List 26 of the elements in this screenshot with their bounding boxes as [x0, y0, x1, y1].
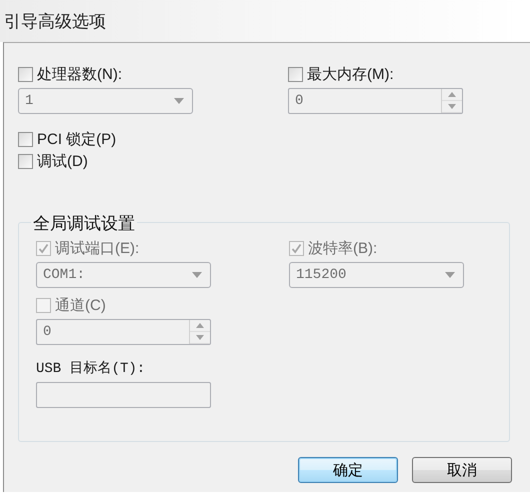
- checkbox-label: 波特率(B):: [308, 238, 378, 258]
- checkbox-label: 处理器数(N):: [37, 64, 122, 84]
- field-value: 115200: [296, 267, 348, 283]
- checkbox[interactable]: [18, 66, 33, 82]
- checkbox-label: PCI 锁定(P): [37, 130, 116, 148]
- field-value: COM1:: [43, 267, 86, 283]
- down-arrow-icon: [196, 335, 204, 340]
- field-value: 0: [295, 93, 304, 109]
- dropdown-arrow-icon: [174, 98, 184, 104]
- checkbox-label: 调试(D): [37, 152, 88, 170]
- checkbox-label: 最大内存(M):: [307, 64, 394, 84]
- checkbox[interactable]: [288, 66, 303, 82]
- dropdown-arrow-icon: [192, 272, 202, 278]
- checkbox-label: 调试端口(E):: [55, 238, 140, 258]
- up-arrow-icon: [448, 92, 456, 97]
- down-arrow-icon: [448, 104, 456, 109]
- field-value: 1: [25, 93, 34, 109]
- up-arrow-icon: [196, 323, 204, 328]
- field-label: USB 目标名(T):: [36, 360, 146, 379]
- dialog-button[interactable]: 取消: [412, 457, 512, 483]
- checkbox[interactable]: [18, 154, 33, 168]
- checkbox[interactable]: [18, 132, 33, 146]
- checkbox-label: 通道(C): [55, 296, 106, 314]
- dropdown-arrow-icon: [445, 272, 455, 278]
- dialog-button[interactable]: 确定: [298, 457, 398, 483]
- field-value: 0: [43, 324, 52, 340]
